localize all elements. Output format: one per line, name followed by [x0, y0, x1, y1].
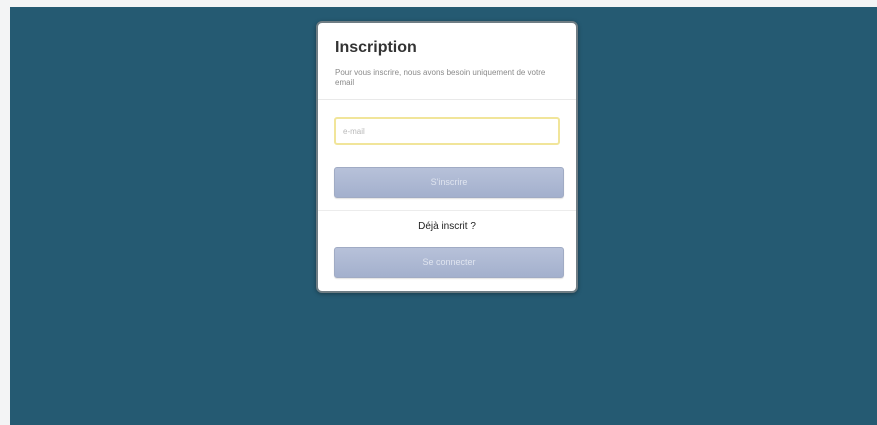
signup-subtitle: Pour vous inscrire, nous avons besoin un… — [335, 68, 546, 87]
email-field[interactable] — [334, 117, 560, 145]
login-button[interactable]: Se connecter — [334, 247, 564, 278]
subscribe-button[interactable]: S'inscrire — [334, 167, 564, 198]
signup-title: Inscription — [335, 39, 417, 56]
signup-header: Inscription Pour vous inscrire, nous avo… — [318, 23, 576, 100]
signup-form: S'inscrire — [318, 100, 576, 211]
login-section: Déjà inscrit ? Se connecter — [318, 211, 576, 278]
already-registered-text: Déjà inscrit ? — [418, 221, 476, 232]
page-background: Inscription Pour vous inscrire, nous avo… — [10, 7, 877, 425]
signup-card: Inscription Pour vous inscrire, nous avo… — [316, 21, 578, 293]
